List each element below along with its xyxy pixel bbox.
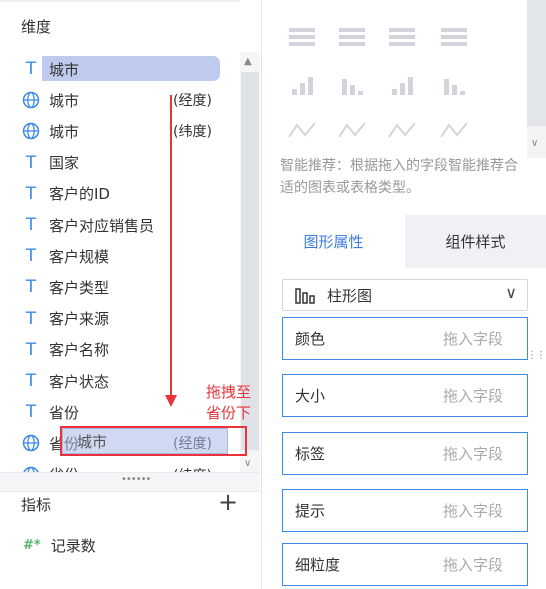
scroll-down-icon: ∨ xyxy=(531,138,539,149)
left-panel: 维度 T 城市 城市 (经度) 城市 (纬度) T 国家 T 客户的ID T 客户对应销售员 T 客户规模… xyxy=(0,0,262,589)
chart-type-thumbnail[interactable] xyxy=(292,77,313,95)
slot-name: 大小 xyxy=(295,387,326,405)
slot-placeholder: 拖入字段 xyxy=(442,445,503,463)
dimensions-title: 维度 xyxy=(21,18,52,36)
field-item[interactable]: T 客户对应销售员 xyxy=(21,212,221,238)
chart-type-thumbnail[interactable] xyxy=(388,122,416,138)
property-slot[interactable]: 标签 拖入字段 xyxy=(282,432,528,475)
field-item[interactable]: T 客户的ID xyxy=(21,181,221,207)
metric-label: 记录数 xyxy=(50,537,96,555)
chart-type-thumbnail[interactable] xyxy=(288,122,316,138)
grip-icon[interactable]: ⋮⋮ xyxy=(527,350,546,361)
chart-thumbnails xyxy=(288,28,468,138)
field-label: 客户对应销售员 xyxy=(49,216,155,235)
text-type-icon: T xyxy=(25,183,37,204)
field-label: 省份 xyxy=(49,403,80,422)
metrics-title: 指标 xyxy=(21,496,52,514)
text-type-icon: T xyxy=(25,371,37,391)
chart-type-thumbnail[interactable] xyxy=(389,28,415,46)
field-label: 客户的ID xyxy=(49,185,110,204)
chart-type-label: 柱形图 xyxy=(327,286,373,305)
field-suffix: (经度) xyxy=(173,93,212,110)
scroll-up-icon[interactable]: ▲ xyxy=(244,56,252,67)
field-item[interactable]: T 国家 xyxy=(21,150,221,176)
field-label: 城市 xyxy=(49,122,80,141)
field-item[interactable]: T 客户规模 xyxy=(21,243,221,269)
text-type-icon: T xyxy=(25,246,37,267)
recommendation-text: 智能推荐：根据拖入的字段智能推荐合适的图表或表格类型。 xyxy=(280,158,518,196)
bar-chart-icon xyxy=(295,288,315,304)
field-item[interactable]: 城市 (纬度) xyxy=(21,118,221,144)
chart-type-thumbnail[interactable] xyxy=(441,28,467,46)
field-label: 客户规模 xyxy=(49,247,110,266)
chevron-down-icon: ∨ xyxy=(505,283,517,302)
field-label: 客户来源 xyxy=(49,310,110,329)
field-item[interactable]: T 客户类型 xyxy=(21,274,221,300)
chart-type-thumbnail[interactable] xyxy=(338,122,366,138)
scroll-down-icon[interactable]: ∨ xyxy=(244,458,251,469)
globe-icon xyxy=(21,122,41,140)
drag-annotation: 拖拽至省份下 xyxy=(206,383,252,422)
chart-type-select[interactable]: 柱形图 ∨ xyxy=(282,279,528,311)
chart-type-thumbnail[interactable] xyxy=(342,79,363,95)
globe-icon xyxy=(21,91,41,109)
drag-arrow-line xyxy=(170,95,172,395)
chart-type-thumbnail[interactable] xyxy=(444,79,465,95)
property-slot[interactable]: 颜色 拖入字段 xyxy=(282,317,528,360)
top-divider xyxy=(0,0,240,2)
property-slot[interactable]: 提示 拖入字段 xyxy=(282,489,528,532)
field-item[interactable]: T 城市 xyxy=(21,56,221,82)
slot-name: 颜色 xyxy=(295,330,326,348)
field-item[interactable]: 城市 (经度) xyxy=(21,87,221,113)
gallery-scrollbar[interactable]: ∨ xyxy=(527,0,546,158)
field-label: 客户类型 xyxy=(49,278,110,297)
text-type-icon: T xyxy=(25,215,37,235)
field-item[interactable]: T 客户名称 xyxy=(21,337,221,363)
field-label: 国家 xyxy=(49,154,80,173)
field-label: 城市 xyxy=(49,60,80,79)
chart-type-thumbnail[interactable] xyxy=(440,122,468,138)
text-type-icon: T xyxy=(25,308,37,329)
property-slot[interactable]: 大小 拖入字段 xyxy=(282,374,528,417)
property-tabs: 图形属性 组件样式 xyxy=(262,215,546,268)
drag-arrow-head xyxy=(165,395,177,407)
slot-name: 标签 xyxy=(295,445,326,463)
text-type-icon: T xyxy=(25,152,37,173)
slot-placeholder: 拖入字段 xyxy=(442,330,503,348)
tab-graphic-properties[interactable]: 图形属性 xyxy=(262,215,405,268)
chart-type-gallery: ∨ 智能推荐：根据拖入的字段智能推荐合适的图表或表格类型。 xyxy=(262,0,546,215)
chart-type-thumbnail[interactable] xyxy=(339,28,365,46)
field-label: 城市 xyxy=(49,91,80,110)
slot-placeholder: 拖入字段 xyxy=(442,556,503,574)
field-item[interactable]: T 客户状态 xyxy=(21,368,221,394)
field-suffix: (纬度) xyxy=(173,124,212,141)
slot-name: 提示 xyxy=(295,502,326,520)
add-metric-button[interactable]: + xyxy=(218,488,238,516)
property-slot[interactable]: 细粒度 拖入字段 xyxy=(282,543,528,586)
field-label: 客户名称 xyxy=(49,341,110,360)
slot-name: 细粒度 xyxy=(295,556,341,574)
text-type-icon: T xyxy=(25,59,37,79)
metric-item[interactable]: #* 记录数 xyxy=(23,535,96,556)
text-type-icon: T xyxy=(25,277,37,298)
right-panel: ∨ 智能推荐：根据拖入的字段智能推荐合适的图表或表格类型。 图形属性 组件样式 … xyxy=(262,0,546,589)
text-type-icon: T xyxy=(25,402,37,423)
grip-icon: •••••• xyxy=(121,474,151,485)
field-item[interactable]: T 省份 xyxy=(21,399,221,425)
field-label: 客户状态 xyxy=(49,372,110,391)
text-type-icon: T xyxy=(25,339,37,360)
tab-component-style[interactable]: 组件样式 xyxy=(405,215,546,268)
slot-placeholder: 拖入字段 xyxy=(442,502,503,520)
drag-highlight-box xyxy=(60,426,247,456)
globe-icon xyxy=(21,434,41,452)
chart-type-thumbnail[interactable] xyxy=(392,77,413,95)
number-type-icon: #* xyxy=(23,538,41,553)
slot-placeholder: 拖入字段 xyxy=(442,387,503,405)
field-item[interactable]: T 客户来源 xyxy=(21,306,221,332)
chart-type-thumbnail[interactable] xyxy=(289,28,315,46)
